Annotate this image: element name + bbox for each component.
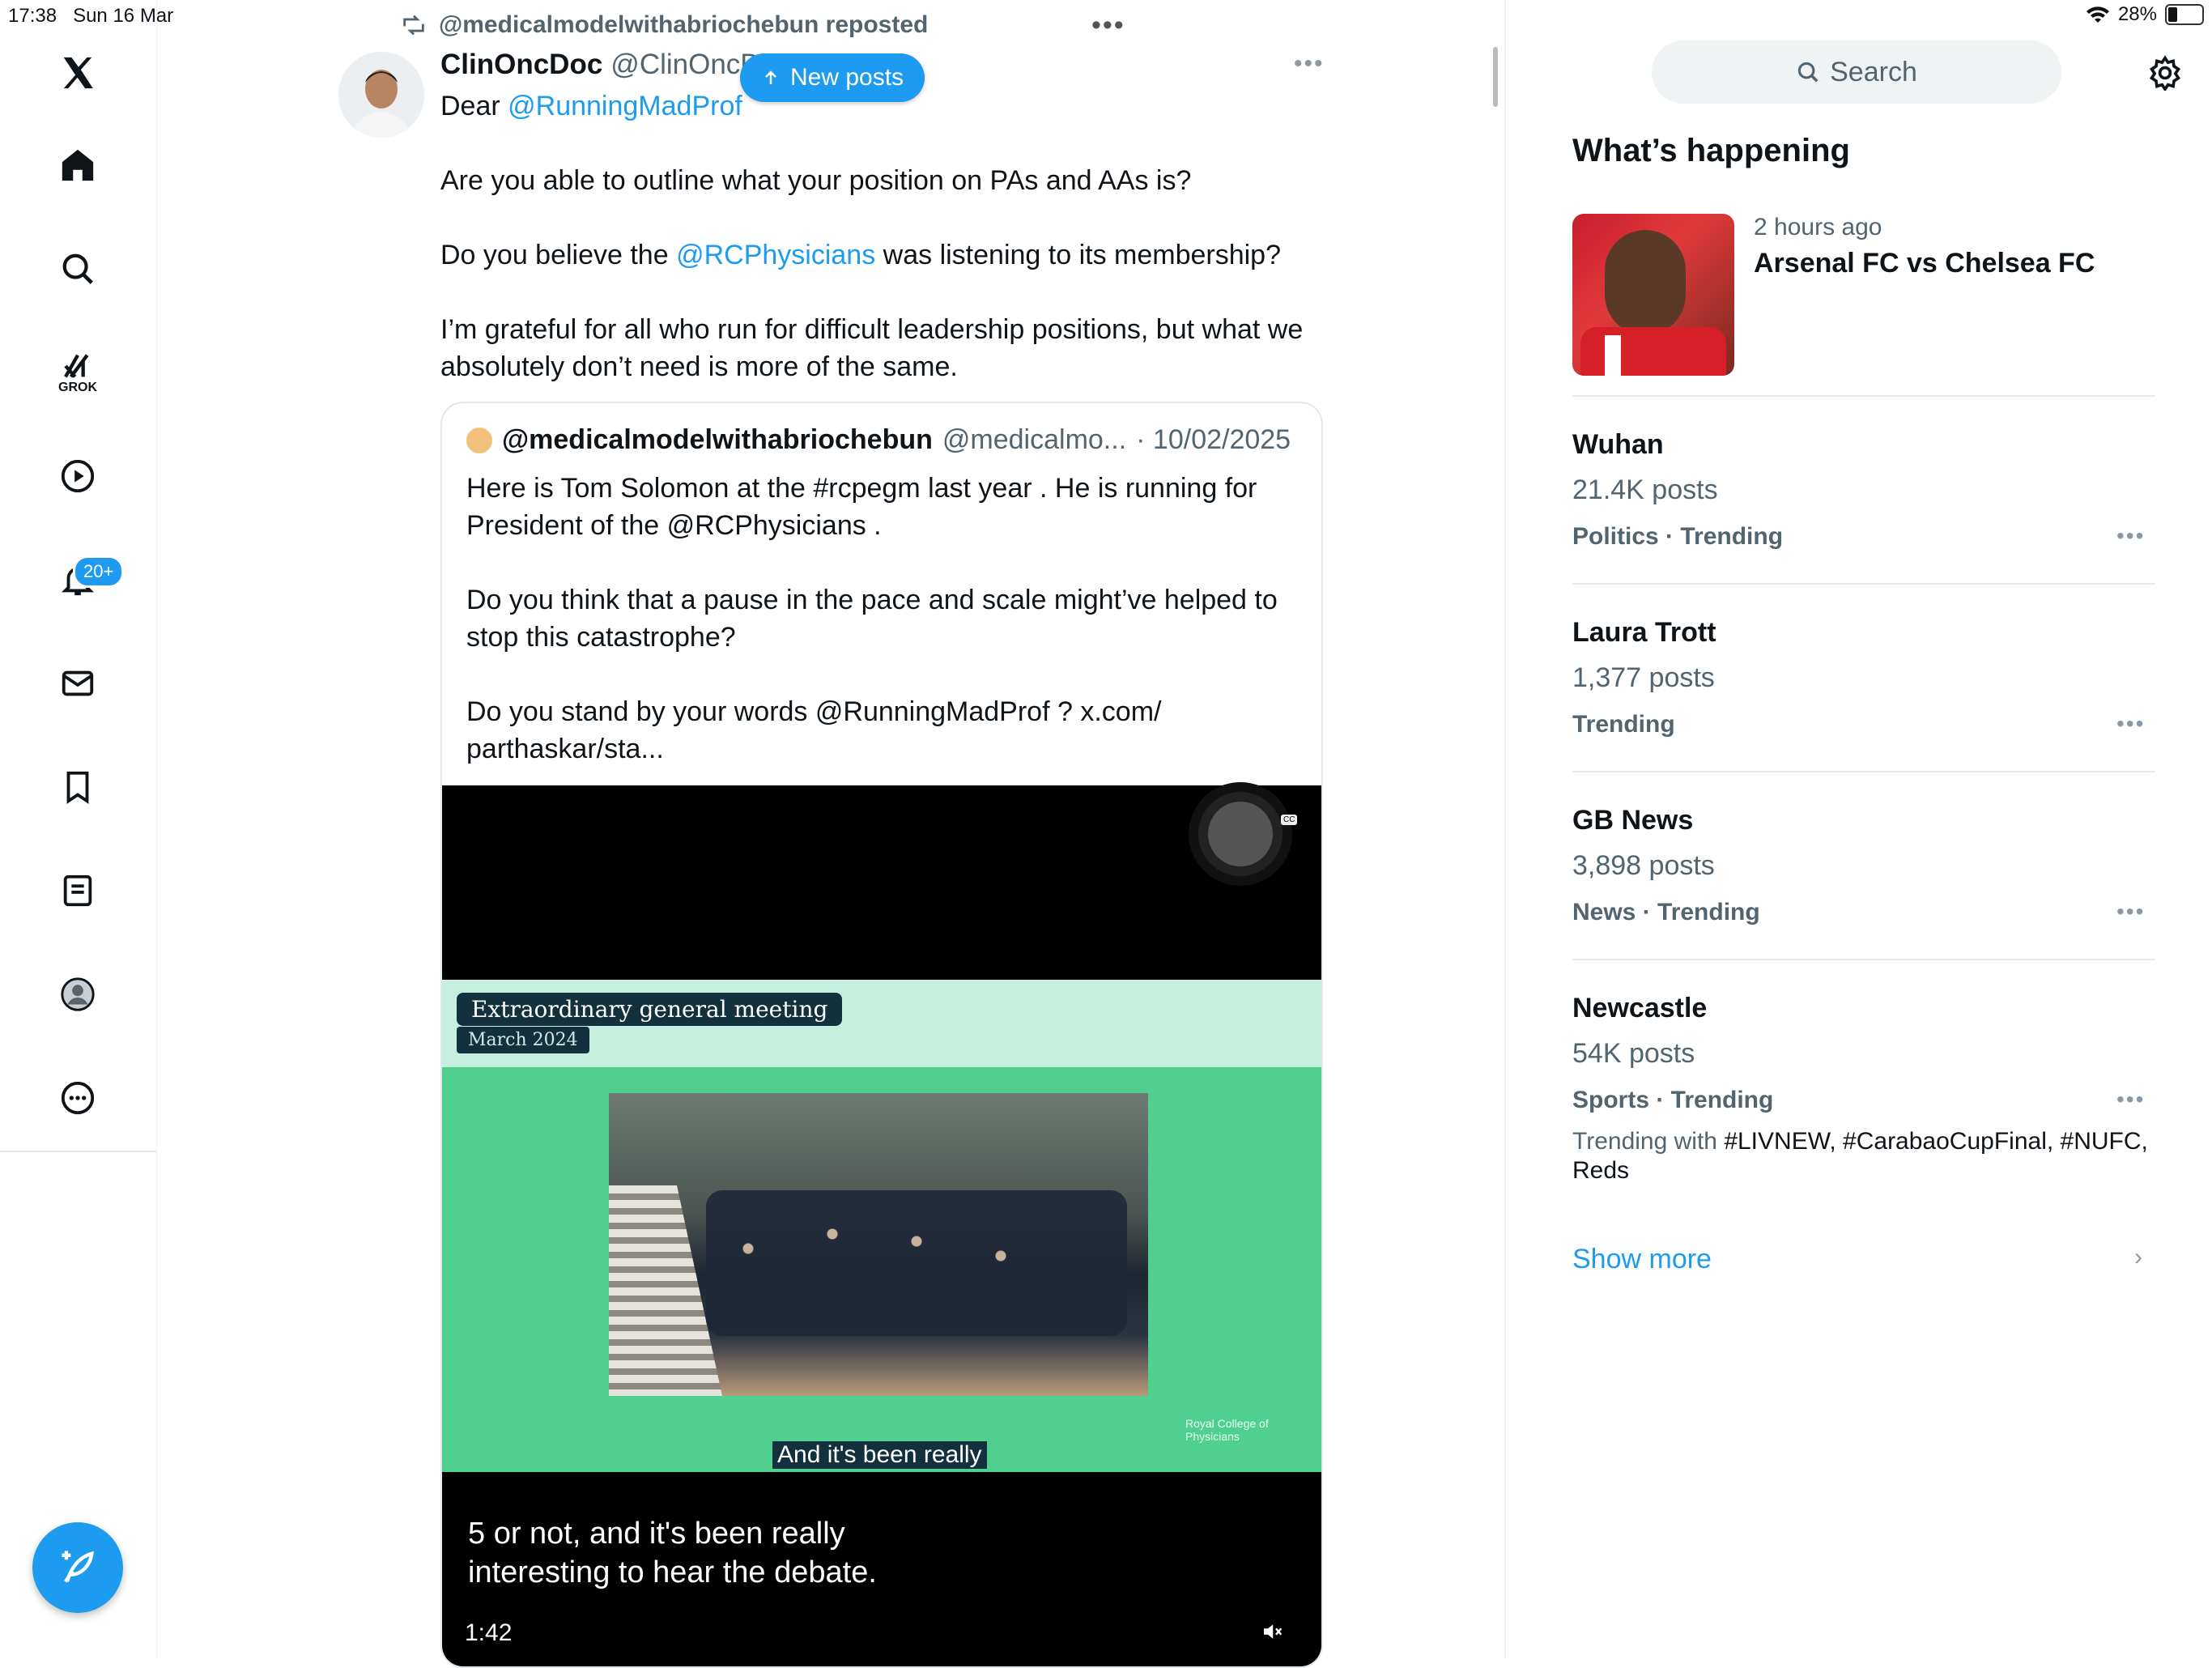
quote-avatar[interactable] [466,427,492,453]
quote-author-handle[interactable]: @medicalmo... [942,424,1126,456]
video-inline-caption: And it's been really [772,1441,987,1469]
video-title: Extraordinary general meeting [457,993,843,1026]
author-avatar[interactable] [338,52,424,138]
video-player[interactable]: CC Extraordinary general meeting March 2… [442,785,1321,1666]
author-line[interactable]: ClinOncDoc @ClinOncD [440,49,761,81]
trend-more-icon[interactable]: ••• [2116,711,2145,737]
mention-rcphysicians[interactable]: @RCPhysicians [676,240,875,270]
rcp-logo: Royal College of Physicians [1185,1417,1269,1443]
messages-icon[interactable] [45,651,110,716]
trend-name[interactable]: Laura Trott [1572,617,1716,649]
trend-separator [1572,395,2155,397]
quote-paragraph-2: Do you think that a pause in the pace an… [466,585,1278,653]
search-icon [1797,62,1819,83]
post-paragraph-3: I’m grateful for all who run for difficu… [440,314,1304,382]
compose-button[interactable] [32,1522,123,1613]
settings-gear-icon[interactable] [2147,55,2183,91]
battery-icon [2165,4,2204,25]
profile-avatar-icon[interactable] [45,962,110,1027]
featured-trend-time: 2 hours ago [1754,214,1882,240]
video-subtitle: March 2024 [457,1027,589,1053]
lists-icon[interactable] [45,858,110,923]
trend-post-count: 3,898 posts [1572,850,1715,881]
trend-post-count: 54K posts [1572,1038,1695,1069]
trend-category: Sports · Trending [1572,1087,1774,1113]
captions-icon[interactable]: CC [1281,815,1298,825]
post-more-icon[interactable]: ••• [1294,50,1325,78]
quote-paragraph-3: Do you stand by your words @RunningMadPr… [466,696,1162,764]
wifi-icon [2086,6,2109,23]
featured-trend-title[interactable]: Arsenal FC vs Chelsea FC [1754,248,2095,279]
post-paragraph-1: Are you able to outline what your positi… [440,165,1192,196]
trend-post-count: 1,377 posts [1572,662,1715,693]
mute-icon[interactable] [1260,1619,1284,1644]
repost-label: @medicalmodelwithabriochebun reposted [439,11,929,38]
nav-divider [0,1151,156,1152]
search-icon[interactable] [45,236,110,301]
repost-icon [403,15,424,36]
author-handle[interactable]: @ClinOncD [610,49,760,81]
post-paragraph-2: Do you believe the @RCPhysicians was lis… [440,240,1281,270]
arrow-up-icon [765,70,776,84]
trend-more-icon[interactable]: ••• [2116,1087,2145,1113]
quote-author-name[interactable]: @medicalmodelwithabriochebun [502,424,933,456]
compose-feather-icon [62,1551,94,1583]
trend-category: Politics · Trending [1572,523,1784,550]
battery-percent: 28% [2117,3,2157,25]
column-divider [1504,0,1506,1658]
x-logo-icon[interactable] [45,40,110,105]
author-name[interactable]: ClinOncDoc [440,49,602,81]
trend-name[interactable]: Wuhan [1572,429,1664,461]
more-icon[interactable] [45,1066,110,1130]
search-placeholder: Search [1830,56,1917,87]
home-icon[interactable] [45,133,110,198]
trend-category: News · Trending [1572,899,1760,925]
trend-more-icon[interactable]: ••• [2116,523,2145,549]
video-loading-dial [1208,802,1273,866]
post-greeting: Dear @RunningMadProf [440,91,742,121]
quote-date: · 10/02/2025 [1136,424,1291,455]
quote-header: @medicalmodelwithabriochebun @medicalmo.… [466,424,1291,456]
quoted-post-card[interactable]: @medicalmodelwithabriochebun @medicalmo.… [440,402,1323,1668]
scroll-indicator[interactable] [1493,47,1498,107]
trend-separator [1572,959,2155,960]
whats-happening-heading: What’s happening [1572,133,1850,168]
lecture-hall-photo [609,1093,1148,1396]
video-caption: 5 or not, and it's been really interesti… [468,1517,877,1589]
trend-separator [1572,771,2155,772]
trend-category: Trending [1572,711,1675,738]
grok-icon[interactable]: GROK [45,340,110,405]
status-right: 28% [2086,3,2204,26]
trend-name[interactable]: Newcastle [1572,993,1707,1024]
trend-post-count: 21.4K posts [1572,474,1718,505]
mention-runningmadprof[interactable]: @RunningMadProf [508,91,742,121]
grok-label: GROK [58,381,97,394]
search-input[interactable]: Search [1652,40,2061,104]
multitasking-handle[interactable]: ••• [1091,10,1125,41]
show-more-link[interactable]: Show more [1572,1244,1712,1275]
trend-more-icon[interactable]: ••• [2116,899,2145,925]
trend-name[interactable]: GB News [1572,805,1693,836]
repost-indicator[interactable]: @medicalmodelwithabriochebun reposted [400,11,928,39]
featured-trend-image[interactable] [1572,214,1734,376]
trend-related-tags: Trending with #LIVNEW, #CarabaoCupFinal,… [1572,1128,2148,1184]
quote-paragraph-1: Here is Tom Solomon at the #rcpegm last … [466,473,1257,541]
video-icon[interactable] [45,444,110,508]
trend-separator [1572,583,2155,585]
chevron-right-icon[interactable]: › [2134,1244,2142,1271]
bookmark-icon[interactable] [45,755,110,819]
notification-badge: 20+ [73,555,125,588]
video-time: 1:42 [465,1619,513,1646]
